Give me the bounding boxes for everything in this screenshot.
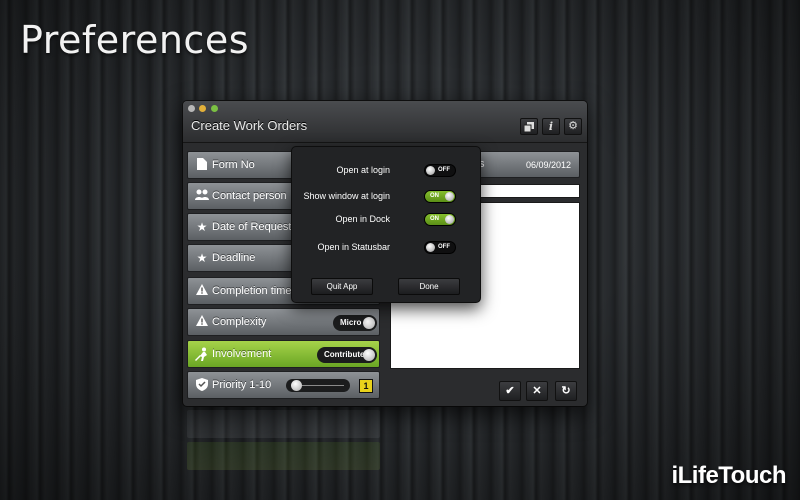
- setting-open-in-dock: Open in Dock ON: [306, 213, 456, 227]
- row-label: Contact person: [212, 190, 287, 202]
- row-label: Priority 1-10: [212, 379, 272, 391]
- warning-icon: [195, 315, 209, 329]
- setting-label: Open in Statusbar: [317, 242, 390, 252]
- row-complexity[interactable]: Complexity Micro: [187, 308, 380, 336]
- toggle-knob: [426, 243, 435, 252]
- cancel-button[interactable]: ✕: [526, 381, 548, 401]
- date-value: 06/09/2012: [525, 160, 571, 170]
- document-icon: [195, 158, 209, 172]
- info-button[interactable]: i: [542, 118, 560, 135]
- done-button[interactable]: Done: [398, 278, 460, 295]
- close-window-button[interactable]: [188, 105, 195, 112]
- confirm-button[interactable]: ✔: [499, 381, 521, 401]
- complexity-value: Micro: [340, 318, 362, 327]
- settings-button[interactable]: ⚙: [564, 118, 582, 135]
- slider-handle[interactable]: [291, 380, 302, 391]
- warning-icon: [195, 284, 209, 298]
- refresh-icon: ↻: [561, 385, 571, 397]
- involvement-selector[interactable]: Contribute: [317, 347, 377, 363]
- row-label: Form No: [212, 159, 255, 171]
- open-at-login-toggle[interactable]: OFF: [424, 164, 456, 177]
- row-involvement[interactable]: Involvement Contribute: [187, 340, 380, 368]
- brand-logo-text: iLifeTouch: [671, 462, 786, 489]
- window-title: Create Work Orders: [191, 118, 308, 133]
- row-label: Completion time: [212, 285, 292, 297]
- shield-icon: [195, 378, 209, 392]
- toggle-knob: [445, 192, 454, 201]
- window-titlebar: Create Work Orders i ⚙: [183, 101, 587, 143]
- priority-slider[interactable]: [286, 379, 350, 392]
- worker-icon: [195, 347, 209, 361]
- refresh-button[interactable]: ↻: [555, 381, 577, 401]
- priority-value-badge: 1: [359, 379, 373, 393]
- check-icon: ✔: [505, 385, 515, 397]
- people-icon: [195, 189, 209, 203]
- row-label: Deadline: [212, 252, 256, 264]
- zoom-window-button[interactable]: [211, 105, 218, 112]
- complexity-selector[interactable]: Micro: [333, 315, 377, 331]
- close-icon: ✕: [532, 385, 542, 397]
- toggle-knob: [445, 215, 454, 224]
- toggle-state: OFF: [438, 244, 450, 250]
- row-label: Complexity: [212, 316, 267, 328]
- setting-label: Open at login: [336, 165, 390, 175]
- toggle-state: ON: [430, 216, 439, 222]
- quit-app-button[interactable]: Quit App: [311, 278, 373, 295]
- toggle-knob: [426, 166, 435, 175]
- gear-icon: ⚙: [568, 120, 578, 132]
- star-icon: ★: [196, 220, 208, 234]
- copy-icon: [523, 122, 534, 133]
- star-icon: ★: [196, 251, 208, 265]
- toggle-state: OFF: [438, 167, 450, 173]
- open-in-statusbar-toggle[interactable]: OFF: [424, 241, 456, 254]
- row-label: Date of Request: [212, 221, 292, 233]
- setting-open-in-statusbar: Open in Statusbar OFF: [306, 241, 456, 255]
- involvement-value: Contribute: [324, 350, 365, 359]
- row-label: Involvement: [212, 348, 272, 360]
- selector-knob: [363, 317, 375, 329]
- setting-show-window-at-login: Show window at login ON: [303, 190, 456, 204]
- page-headline: Preferences: [20, 18, 249, 62]
- minimize-window-button[interactable]: [199, 105, 206, 112]
- toggle-state: ON: [430, 193, 439, 199]
- setting-label: Open in Dock: [335, 214, 390, 224]
- copy-button[interactable]: [520, 118, 538, 135]
- row-priority[interactable]: Priority 1-10 1: [187, 371, 380, 399]
- reflection-row: [187, 410, 380, 438]
- setting-open-at-login: Open at login OFF: [306, 164, 456, 178]
- show-window-at-login-toggle[interactable]: ON: [424, 190, 456, 203]
- preferences-popover: Open at login OFF Show window at login O…: [291, 146, 481, 303]
- setting-label: Show window at login: [303, 191, 390, 201]
- reflection-row: [187, 442, 380, 470]
- selector-knob: [363, 349, 375, 361]
- window-reflection: [183, 406, 587, 476]
- open-in-dock-toggle[interactable]: ON: [424, 213, 456, 226]
